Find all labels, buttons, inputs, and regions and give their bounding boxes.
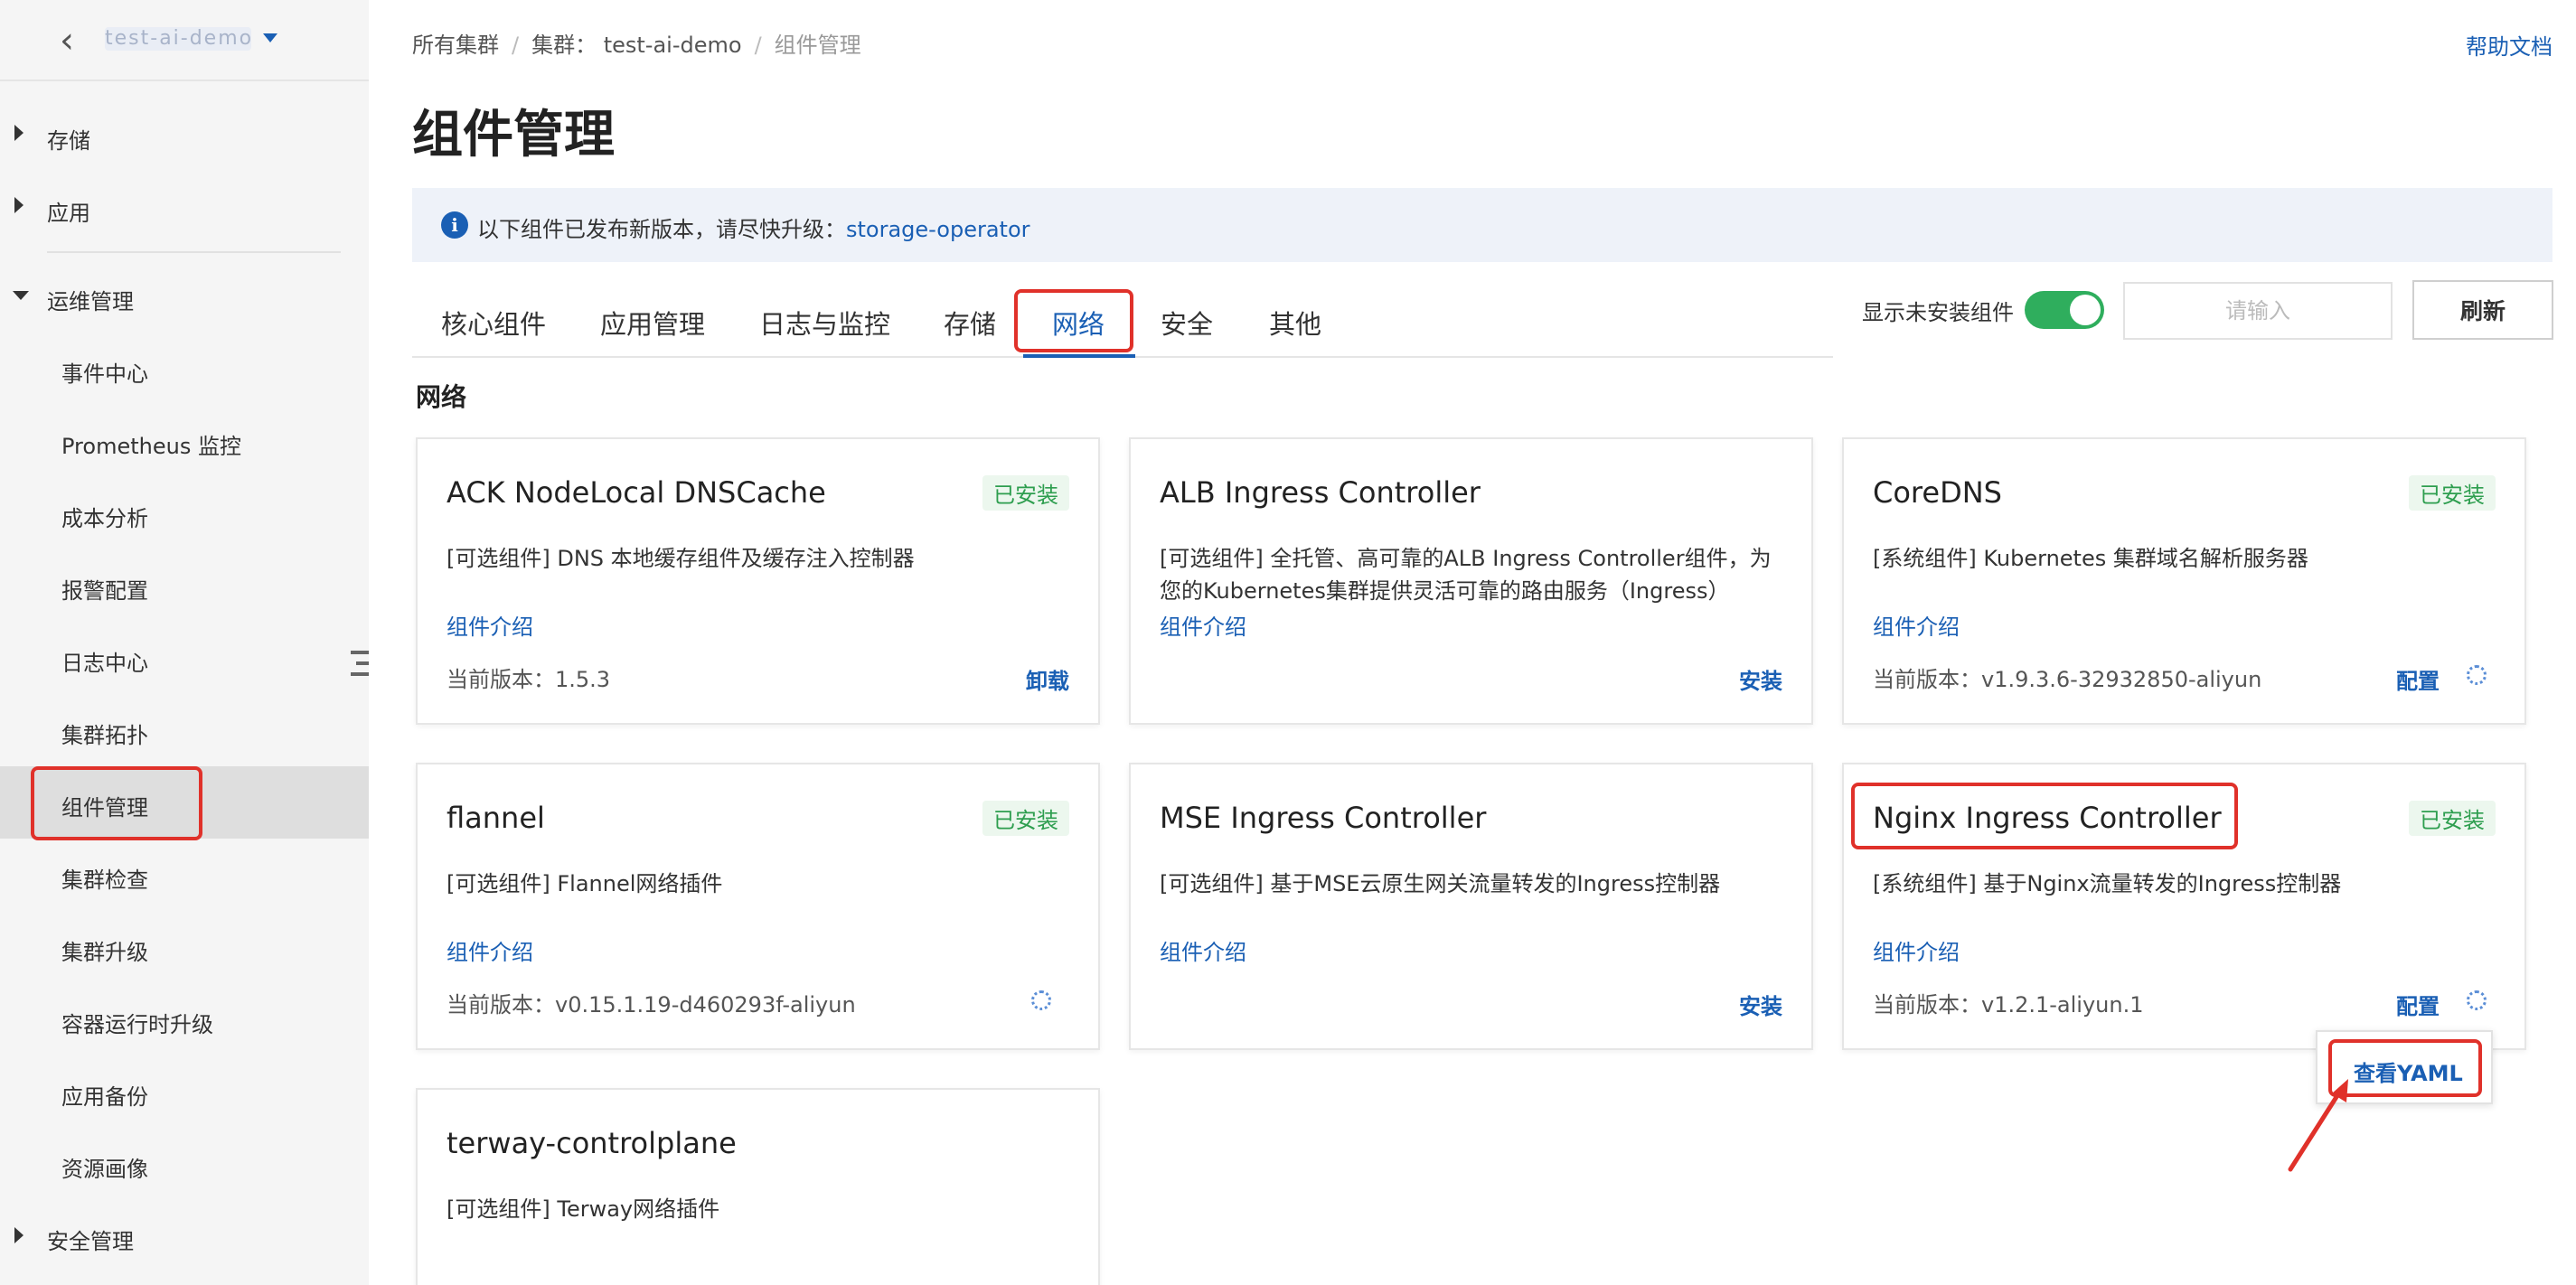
breadcrumb-cluster[interactable]: 集群： test-ai-demo	[531, 33, 741, 58]
component-description: [可选组件] Terway网络插件	[447, 1196, 720, 1222]
back-arrow-icon[interactable]: ‹	[60, 20, 74, 61]
configure-button[interactable]: 配置	[2396, 663, 2440, 695]
tab-core[interactable]: 核心组件	[441, 304, 546, 342]
component-description: [系统组件] Kubernetes 集群域名解析服务器	[1873, 546, 2308, 571]
caret-down-icon	[13, 291, 29, 300]
component-intro-link[interactable]: 组件介绍	[447, 609, 533, 641]
component-version: 当前版本：v1.2.1-aliyun.1	[1873, 992, 2144, 1018]
component-intro-link[interactable]: 组件介绍	[1873, 609, 1960, 641]
component-intro-link[interactable]: 组件介绍	[1160, 609, 1246, 641]
component-version: 当前版本：v1.9.3.6-32932850-aliyun	[1873, 667, 2262, 692]
upgrade-notice: i 以下组件已发布新版本，请尽快升级：storage-operator	[412, 188, 2552, 262]
breadcrumb-separator: /	[754, 33, 762, 58]
page-title: 组件管理	[412, 106, 615, 164]
component-name: CoreDNS	[1873, 475, 2002, 510]
sidebar-item-prometheus[interactable]: Prometheus 监控	[61, 428, 241, 460]
search-input[interactable]	[2123, 282, 2393, 340]
active-tab-indicator	[1023, 354, 1135, 358]
refresh-button[interactable]: 刷新	[2412, 280, 2553, 340]
installed-badge: 已安装	[982, 801, 1069, 836]
component-intro-link[interactable]: 组件介绍	[1160, 934, 1246, 966]
component-name: terway-controlplane	[447, 1126, 737, 1160]
component-name: MSE Ingress Controller	[1160, 801, 1487, 835]
sidebar: ‹ test-ai-demo 存储 应用 运维管理 事件中心 Prometheu…	[0, 0, 369, 1285]
sidebar-item-check[interactable]: 集群检查	[61, 862, 148, 894]
breadcrumb-separator: /	[512, 33, 520, 58]
sidebar-item-alerts[interactable]: 报警配置	[61, 573, 148, 605]
sidebar-item-runtime-upgrade[interactable]: 容器运行时升级	[61, 1007, 213, 1038]
component-card-coredns: CoreDNS 已安装 [系统组件] Kubernetes 集群域名解析服务器 …	[1842, 437, 2526, 725]
show-uninstalled-label: 显示未安装组件	[1862, 300, 2014, 325]
component-intro-link[interactable]: 组件介绍	[1873, 934, 1960, 966]
sidebar-item-topology[interactable]: 集群拓扑	[61, 718, 148, 749]
component-description: [可选组件] DNS 本地缓存组件及缓存注入控制器	[447, 546, 915, 571]
cluster-name-blurred[interactable]: test-ai-demo	[105, 27, 251, 51]
installed-badge: 已安装	[2409, 475, 2496, 511]
notice-text: 以下组件已发布新版本，请尽快升级：storage-operator	[477, 217, 1030, 242]
component-intro-link[interactable]: 组件介绍	[447, 934, 533, 966]
installed-badge: 已安装	[2409, 801, 2496, 836]
component-version: 当前版本：v0.15.1.19-d460293f-aliyun	[447, 992, 856, 1018]
more-actions-icon[interactable]	[2467, 665, 2487, 685]
sidebar-item-security[interactable]: 安全管理	[47, 1224, 134, 1255]
sidebar-item-backup[interactable]: 应用备份	[61, 1079, 148, 1111]
installed-badge: 已安装	[982, 475, 1069, 511]
sidebar-item-upgrade[interactable]: 集群升级	[61, 934, 148, 966]
sidebar-item-profile[interactable]: 资源画像	[61, 1151, 148, 1183]
component-description: [可选组件] 基于MSE云原生网关流量转发的Ingress控制器	[1160, 871, 1721, 896]
loading-spinner-icon	[1031, 990, 1051, 1010]
breadcrumb-all-clusters[interactable]: 所有集群	[412, 33, 499, 58]
component-card-flannel: flannel 已安装 [可选组件] Flannel网络插件 组件介绍 当前版本…	[416, 763, 1100, 1050]
install-button[interactable]: 安装	[1739, 663, 1782, 695]
collapse-sidebar-icon[interactable]	[347, 649, 369, 678]
tab-logging-monitoring[interactable]: 日志与监控	[759, 304, 890, 342]
breadcrumb-current: 组件管理	[774, 33, 861, 58]
notice-storage-operator-link[interactable]: storage-operator	[846, 217, 1030, 242]
sidebar-item-storage[interactable]: 存储	[47, 123, 90, 155]
tab-other[interactable]: 其他	[1269, 304, 1321, 342]
uninstall-button[interactable]: 卸载	[1026, 663, 1069, 695]
component-name: ACK NodeLocal DNSCache	[447, 475, 826, 510]
install-button[interactable]: 安装	[1739, 989, 1782, 1020]
toggle-knob	[2070, 295, 2101, 325]
highlight-network-tab	[1014, 289, 1133, 352]
component-card-alb-ingress: ALB Ingress Controller [可选组件] 全托管、高可靠的AL…	[1129, 437, 1813, 725]
sidebar-item-logs[interactable]: 日志中心	[61, 645, 148, 677]
section-title: 网络	[416, 382, 467, 412]
tab-app-management[interactable]: 应用管理	[600, 304, 705, 342]
chevron-down-icon[interactable]	[263, 33, 277, 42]
component-name: ALB Ingress Controller	[1160, 475, 1481, 510]
sidebar-header: ‹ test-ai-demo	[0, 0, 369, 81]
component-description: [系统组件] 基于Nginx流量转发的Ingress控制器	[1873, 871, 2342, 896]
more-actions-icon[interactable]	[2467, 990, 2487, 1010]
highlight-components-menu	[31, 766, 202, 840]
caret-right-icon	[14, 1227, 24, 1243]
highlight-nginx-title	[1851, 783, 2238, 849]
tab-security[interactable]: 安全	[1161, 304, 1213, 342]
sidebar-item-apps[interactable]: 应用	[47, 195, 90, 227]
info-icon: i	[441, 211, 468, 239]
sidebar-item-ops[interactable]: 运维管理	[47, 284, 134, 315]
sidebar-divider	[47, 251, 341, 253]
sidebar-item-events[interactable]: 事件中心	[61, 356, 148, 388]
help-docs-link[interactable]: 帮助文档	[2466, 29, 2552, 61]
sidebar-item-cost[interactable]: 成本分析	[61, 501, 148, 532]
configure-button[interactable]: 配置	[2396, 989, 2440, 1020]
show-uninstalled-toggle[interactable]	[2025, 291, 2104, 329]
caret-right-icon	[14, 197, 24, 213]
breadcrumb: 所有集群 / 集群： test-ai-demo / 组件管理	[412, 27, 861, 59]
tab-storage[interactable]: 存储	[944, 304, 996, 342]
annotation-arrow-icon	[2288, 1079, 2348, 1172]
component-version: 当前版本：1.5.3	[447, 667, 611, 692]
component-card-nodelocal-dnscache: ACK NodeLocal DNSCache 已安装 [可选组件] DNS 本地…	[416, 437, 1100, 725]
component-description: [可选组件] Flannel网络插件	[447, 871, 723, 896]
component-card-mse-ingress: MSE Ingress Controller [可选组件] 基于MSE云原生网关…	[1129, 763, 1813, 1050]
component-name: flannel	[447, 801, 545, 835]
component-description: [可选组件] 全托管、高可靠的ALB Ingress Controller组件，…	[1160, 546, 1772, 604]
component-card-terway-controlplane: terway-controlplane [可选组件] Terway网络插件	[416, 1088, 1100, 1285]
caret-right-icon	[14, 125, 24, 141]
